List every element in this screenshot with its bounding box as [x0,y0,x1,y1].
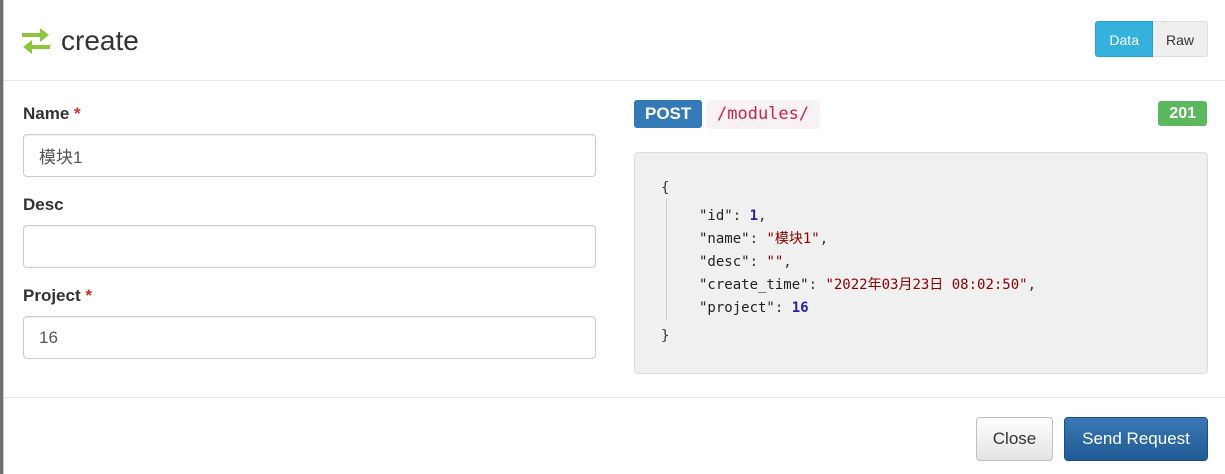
request-form: Name * Desc Project * [23,96,596,375]
json-row-project: "project": 16 [699,300,809,316]
name-input[interactable] [23,134,596,177]
raw-view-button[interactable]: Raw [1152,21,1208,57]
project-label: Project * [23,286,92,305]
status-code-badge: 201 [1158,101,1207,126]
desc-input[interactable] [23,225,596,268]
required-marker: * [74,104,81,123]
response-body: { "id": 1, "name": "模块1", "desc": "", "c… [634,152,1208,374]
send-request-button[interactable]: Send Request [1064,417,1208,461]
json-row-name: "name": "模块1", [699,231,829,247]
request-url: /modules/ [706,100,821,129]
required-marker: * [85,286,92,305]
project-input[interactable] [23,316,596,359]
desc-label: Desc [23,195,64,214]
http-method-badge: POST [634,100,703,128]
modal-footer: Close Send Request [4,397,1225,474]
json-row-id: "id": 1, [699,208,767,224]
close-button[interactable]: Close [976,417,1053,461]
name-label: Name * [23,104,81,123]
json-fields: "id": 1, "name": "模块1", "desc": "", "cre… [699,205,1036,320]
json-indent-guide [666,199,667,321]
json-open-brace: { [661,180,670,196]
modal-title: create [61,25,139,56]
swap-arrows-icon [20,26,52,56]
data-view-button[interactable]: Data [1095,21,1153,57]
json-close-brace: } [661,328,670,344]
json-row-create-time: "create_time": "2022年03月23日 08:02:50", [699,277,1037,293]
json-row-desc: "desc": "", [699,254,792,270]
modal-header: create Data Raw [4,0,1225,81]
create-modal: create Data Raw Name * Desc Project * PO… [3,0,1225,474]
view-toggle: Data Raw [1095,21,1208,57]
